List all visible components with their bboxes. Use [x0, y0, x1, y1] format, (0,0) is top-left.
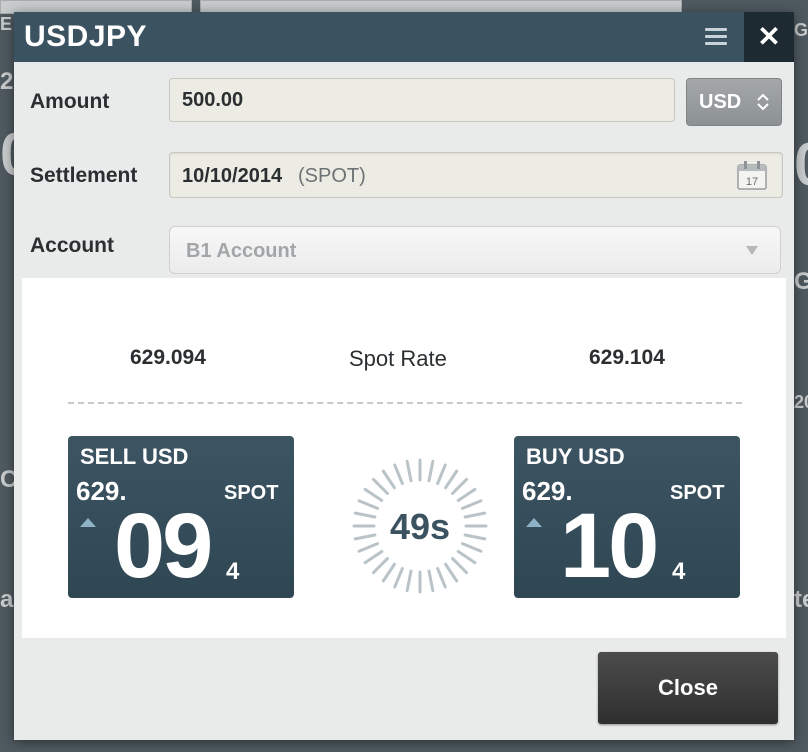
updown-icon	[757, 93, 769, 111]
buy-tenor: SPOT	[670, 482, 725, 504]
timer-tick	[393, 463, 404, 486]
timer-tick	[405, 569, 413, 593]
up-arrow-icon	[80, 518, 96, 527]
timer-tick	[451, 477, 469, 495]
currency-value: USD	[699, 91, 742, 113]
buy-title: BUY USD	[526, 444, 625, 469]
timer-tick	[427, 569, 435, 593]
background-letter: a	[0, 586, 14, 613]
up-arrow-icon	[526, 518, 542, 527]
close-icon[interactable]: ✕	[744, 12, 794, 62]
sell-tile[interactable]: SELL USD 629. SPOT 09 4	[68, 436, 294, 598]
background-letter: G	[794, 20, 808, 40]
timer-tick	[456, 550, 477, 565]
background-letter: G	[794, 268, 808, 295]
menu-icon[interactable]	[698, 20, 734, 54]
timer-tick	[444, 469, 459, 490]
spot-rate-label: Spot Rate	[349, 346, 447, 371]
settlement-label: Settlement	[30, 164, 138, 187]
timer-tick	[427, 459, 435, 483]
calendar-icon[interactable]: 17	[736, 159, 768, 191]
settlement-date: 10/10/2014	[182, 165, 283, 187]
trade-dialog: USDJPY ✕ Amount USD Settlement 10/10/201…	[14, 12, 794, 740]
timer-tick	[451, 557, 469, 575]
timer-tick	[393, 566, 404, 589]
timer-tick	[371, 557, 389, 575]
settlement-date-field[interactable]: 10/10/2014 (SPOT) 17	[169, 152, 783, 198]
buy-fraction: 4	[672, 558, 686, 585]
background-letter: 2	[0, 68, 14, 95]
sell-tenor: SPOT	[224, 482, 279, 504]
dialog-title: USDJPY	[24, 20, 148, 53]
account-value: B1 Account	[186, 240, 297, 262]
timer-tick	[371, 477, 389, 495]
currency-select[interactable]: USD	[686, 78, 782, 126]
timer-tick	[381, 469, 396, 490]
close-button[interactable]: Close	[598, 652, 778, 724]
timer-tick	[436, 463, 447, 486]
sell-pips: 09	[114, 495, 213, 597]
timer-tick	[456, 487, 477, 502]
sell-title: SELL USD	[80, 444, 189, 469]
timer-text: 49s	[389, 506, 451, 547]
timer-tick	[405, 459, 413, 483]
background-letter: te	[794, 586, 808, 613]
buy-pips: 10	[560, 495, 659, 597]
timer-tick	[363, 550, 384, 565]
bid-rate: 629.094	[130, 346, 206, 369]
timer-tick	[444, 562, 459, 583]
amount-input[interactable]	[169, 78, 675, 122]
ask-rate: 629.104	[589, 346, 665, 369]
account-label: Account	[30, 234, 114, 257]
timer-tick	[381, 562, 396, 583]
buy-tile[interactable]: BUY USD 629. SPOT 10 4	[514, 436, 740, 598]
chevron-down-icon	[746, 246, 758, 255]
divider	[68, 402, 742, 404]
sell-fraction: 4	[226, 558, 240, 585]
background-letter: 0	[794, 130, 808, 199]
dialog-titlebar: USDJPY ✕	[14, 12, 794, 62]
account-select[interactable]: B1 Account	[169, 226, 781, 274]
background-letter: E	[0, 14, 13, 34]
timer-tick	[363, 487, 384, 502]
calendar-day: 17	[746, 176, 758, 188]
quote-panel: 629.094 Spot Rate 629.104 SELL USD 629. …	[22, 278, 786, 638]
timer-tick	[436, 566, 447, 589]
quote-timer: 49s	[348, 454, 492, 598]
background-letter: 20	[794, 392, 808, 412]
settlement-tenor: (SPOT)	[298, 165, 366, 187]
amount-label: Amount	[30, 90, 110, 113]
